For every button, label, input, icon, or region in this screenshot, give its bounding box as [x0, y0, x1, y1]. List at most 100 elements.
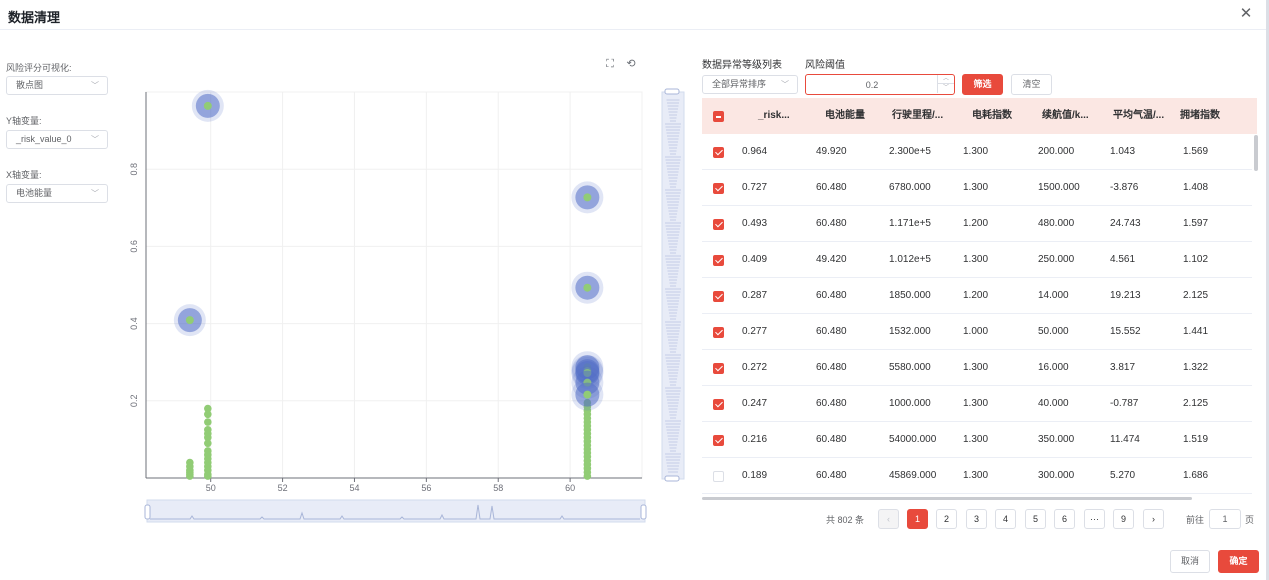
table-cell: 1.597: [1183, 218, 1209, 229]
row-checkbox[interactable]: [713, 471, 724, 482]
table-cell: 0.493: [742, 218, 768, 229]
row-checkbox[interactable]: [713, 399, 724, 410]
table-cell: 60.480: [816, 434, 847, 445]
table-cell: 1000.000: [889, 398, 931, 409]
table-row[interactable]: 0.189 60.480 45869.000 1.300 300.000 5.270 1.6…: [702, 458, 1252, 494]
normal-point[interactable]: [204, 472, 212, 480]
table-cell: 1.300: [963, 146, 989, 157]
y-zoom-handle-bottom[interactable]: [664, 475, 680, 482]
col-battery-header[interactable]: 电池能量: [825, 98, 865, 134]
table-cell: 0.277: [742, 326, 768, 337]
x-zoom-handle-right[interactable]: [640, 504, 647, 520]
row-checkbox[interactable]: [713, 219, 724, 230]
increment-icon[interactable]: ︿: [937, 75, 954, 84]
table-row[interactable]: 0.247 60.480 1000.000 1.300 40.000 -0.787 2.12…: [702, 386, 1252, 422]
threshold-input[interactable]: ︿ ﹀: [805, 74, 955, 95]
table-row[interactable]: 0.409 49.420 1.012e+5 1.300 250.000 4.561 1.10…: [702, 242, 1252, 278]
table-row[interactable]: 0.272 60.480 5580.000 1.300 16.000 3.817 1.322: [702, 350, 1252, 386]
y-zoom-handle-top[interactable]: [664, 88, 680, 95]
table-cell: 2.300e+5: [889, 146, 931, 157]
row-checkbox[interactable]: [713, 435, 724, 446]
col-mileage-header[interactable]: 行驶里程/...: [892, 98, 943, 134]
page-button-1[interactable]: 1: [907, 509, 928, 529]
table-cell: 350.000: [1038, 434, 1075, 445]
y-tick-label: 0.2: [129, 395, 139, 408]
highlighted-point[interactable]: [571, 378, 604, 411]
row-checkbox[interactable]: [713, 255, 724, 266]
table-row[interactable]: 0.287 60.480 1850.000 1.200 14.000 19.213 2.12…: [702, 278, 1252, 314]
x-zoom-handle-left[interactable]: [144, 504, 151, 520]
highlighted-point[interactable]: [173, 304, 206, 337]
table-cell: 60.480: [816, 182, 847, 193]
row-checkbox[interactable]: [713, 183, 724, 194]
table-cell: 14.000: [1038, 290, 1069, 301]
normal-point[interactable]: [204, 439, 212, 448]
page-button-5[interactable]: 5: [1025, 509, 1046, 529]
prev-page-button[interactable]: ‹: [878, 509, 899, 529]
row-checkbox[interactable]: [713, 363, 724, 374]
page-button-4[interactable]: 4: [995, 509, 1016, 529]
decrement-icon[interactable]: ﹀: [937, 84, 954, 93]
table-cell: 50.000: [1038, 326, 1069, 337]
col-congestion-header[interactable]: 拥堵指数: [1180, 98, 1220, 134]
table-row[interactable]: 0.216 60.480 54000.000 1.300 350.000 11.474 1.…: [702, 422, 1252, 458]
more-pages-button[interactable]: ···: [1084, 509, 1105, 529]
row-checkbox[interactable]: [713, 147, 724, 158]
table-cell: 0.247: [742, 398, 768, 409]
page-button-9[interactable]: 9: [1113, 509, 1134, 529]
highlighted-point[interactable]: [571, 181, 604, 214]
highlighted-points: [173, 89, 604, 411]
clear-button[interactable]: 清空: [1011, 74, 1052, 95]
table-horizontal-scrollbar[interactable]: [702, 497, 1192, 500]
table-cell: 1.200: [963, 218, 989, 229]
table-cell: 60.480: [816, 398, 847, 409]
x-zoom-slider[interactable]: [144, 499, 647, 523]
table-row[interactable]: 0.493 60.480 1.171e+5 1.200 480.000 24.743 1.5…: [702, 206, 1252, 242]
row-checkbox[interactable]: [713, 327, 724, 338]
col-temperature-header[interactable]: 平均气温/...: [1113, 98, 1164, 134]
sort-select[interactable]: 全部异常排序 ﹀: [702, 75, 798, 94]
table-row[interactable]: 0.727 60.480 6780.000 1.300 1500.000 -3.876 1.…: [702, 170, 1252, 206]
table-cell: 1500.000: [1038, 182, 1080, 193]
table-row[interactable]: 0.277 60.480 1532.000 1.000 50.000 15.552 1.44…: [702, 314, 1252, 350]
normal-point[interactable]: [186, 472, 194, 480]
close-icon[interactable]: ✕: [1238, 6, 1254, 22]
table-cell: 6780.000: [889, 182, 931, 193]
page-button-2[interactable]: 2: [936, 509, 957, 529]
goto-page-input[interactable]: [1209, 509, 1241, 529]
normal-point[interactable]: [583, 472, 592, 480]
table-row[interactable]: 0.964 49.920 2.300e+5 1.300 200.000 1.043 1.56…: [702, 134, 1252, 170]
table-cell: 1532.000: [889, 326, 931, 337]
table-cell: 0.409: [742, 254, 768, 265]
threshold-field[interactable]: [806, 75, 938, 94]
y-zoom-slider[interactable]: [661, 88, 685, 482]
table-vertical-scrollbar[interactable]: [1254, 135, 1258, 171]
next-page-button[interactable]: ›: [1143, 509, 1164, 529]
table-cell: 1.200: [963, 290, 989, 301]
col-range-header[interactable]: 续航值/k...: [1042, 98, 1089, 134]
select-all-checkbox[interactable]: [713, 111, 724, 122]
normal-point[interactable]: [204, 410, 212, 419]
col-consumption-header[interactable]: 电耗指数: [972, 98, 1012, 134]
point-core: [583, 193, 592, 202]
table-cell: 480.000: [1038, 218, 1075, 229]
filter-button[interactable]: 筛选: [962, 74, 1003, 95]
table-cell: 1850.000: [889, 290, 931, 301]
col-risk-header[interactable]: _risk...: [758, 98, 790, 134]
table-cell: 1.686: [1183, 470, 1209, 481]
table-cell: 1.569: [1183, 146, 1209, 157]
confirm-button[interactable]: 确定: [1218, 550, 1259, 573]
table-cell: 3.817: [1110, 362, 1136, 373]
x-tick-label: 54: [349, 483, 359, 493]
table-cell: 4.561: [1110, 254, 1136, 265]
row-checkbox[interactable]: [713, 291, 724, 302]
table-cell: 1.300: [963, 398, 989, 409]
table-cell: 200.000: [1038, 146, 1075, 157]
cancel-button[interactable]: 取消: [1170, 550, 1210, 573]
point-core: [203, 101, 212, 110]
highlighted-point[interactable]: [571, 271, 604, 304]
highlighted-point[interactable]: [191, 89, 224, 122]
page-button-6[interactable]: 6: [1054, 509, 1075, 529]
page-button-3[interactable]: 3: [966, 509, 987, 529]
normal-point[interactable]: [204, 418, 212, 426]
